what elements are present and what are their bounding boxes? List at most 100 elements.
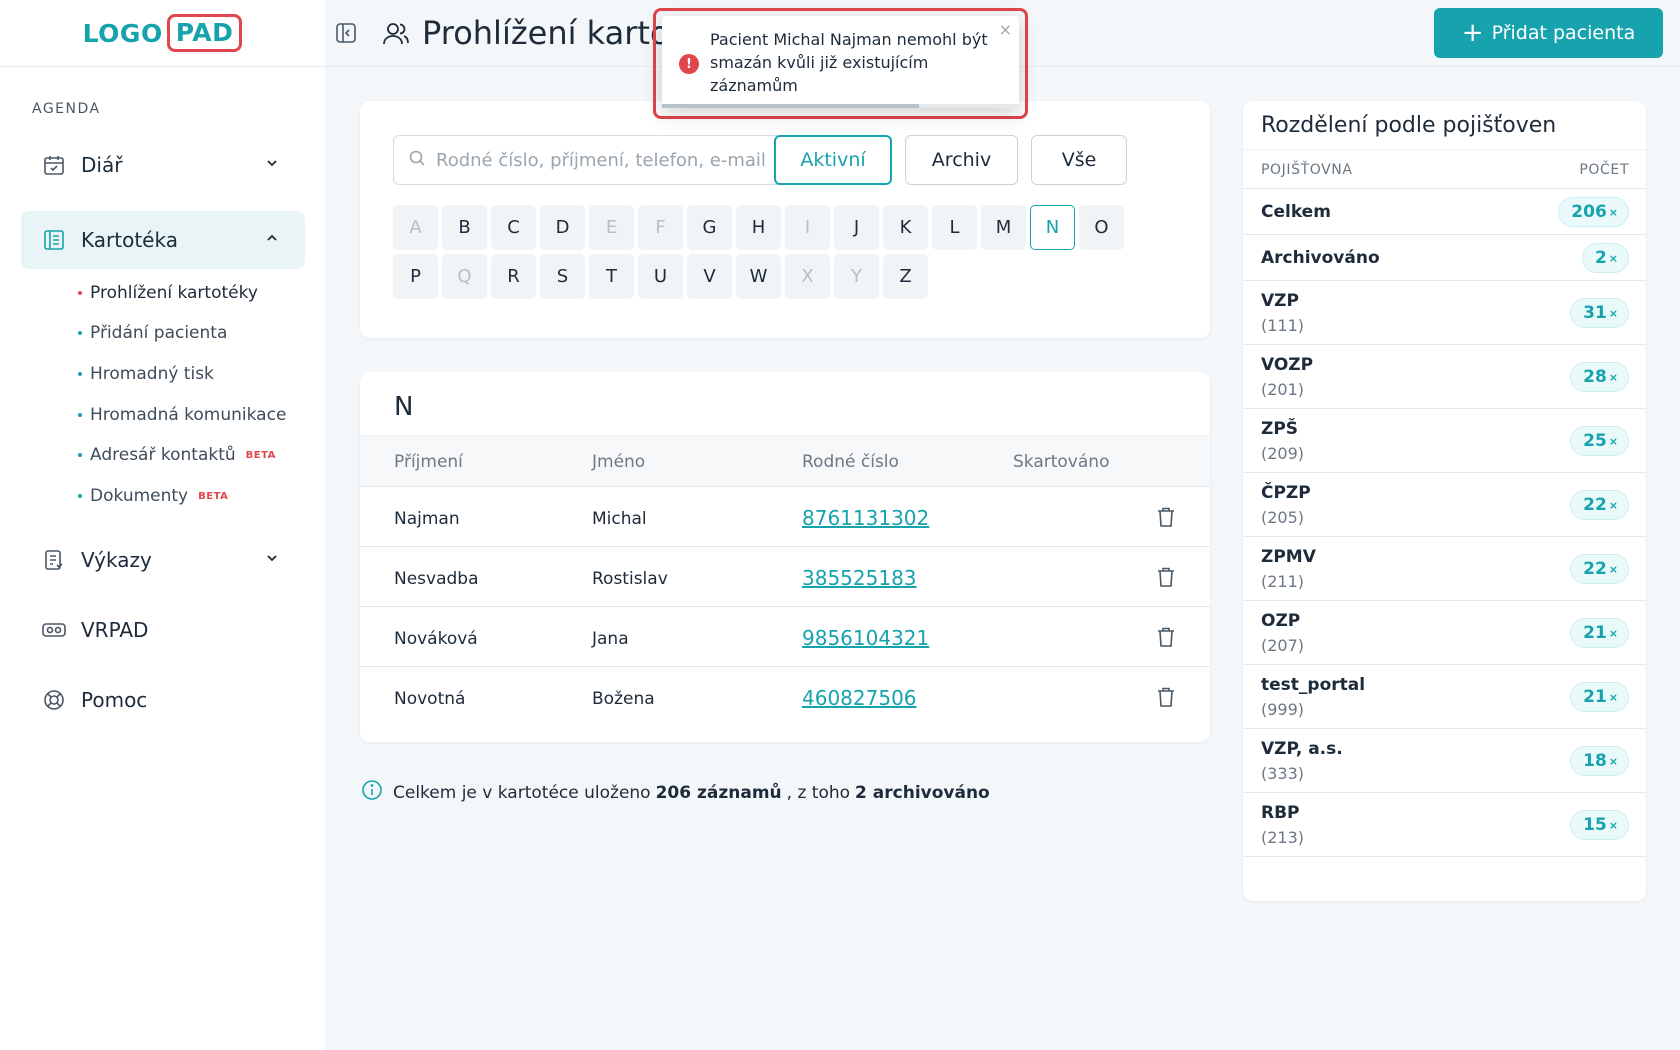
- letter-q-button[interactable]: Q: [442, 254, 487, 299]
- trash-icon[interactable]: [1156, 506, 1176, 532]
- sidebar-item-label: Pomoc: [81, 688, 148, 712]
- trash-icon[interactable]: [1156, 686, 1176, 712]
- filter-archive-button[interactable]: Archiv: [905, 135, 1018, 185]
- subnav-label: Dokumenty: [90, 486, 189, 506]
- letter-g-button[interactable]: G: [687, 205, 732, 250]
- cell-name: Rostislav: [592, 569, 668, 589]
- letter-a-button[interactable]: A: [393, 205, 438, 250]
- sidebar-item-vykazy[interactable]: Výkazy: [21, 531, 305, 589]
- sidebar-item-vrpad[interactable]: VRPAD: [21, 601, 305, 659]
- count-suffix: ×: [1608, 626, 1618, 640]
- insurer-code: (999): [1261, 700, 1305, 719]
- insurance-row: VZP, a.s. (333) 18 ×: [1243, 729, 1646, 793]
- subnav-tisk[interactable]: Hromadný tisk: [78, 364, 214, 384]
- letter-k-button[interactable]: K: [883, 205, 928, 250]
- count-value: 15: [1583, 815, 1607, 835]
- col-name[interactable]: Jméno: [592, 452, 645, 472]
- table-row: Novotná Božena 460827506: [360, 667, 1210, 727]
- count-value: 18: [1583, 751, 1607, 771]
- trash-icon[interactable]: [1156, 566, 1176, 592]
- letter-t-button[interactable]: T: [589, 254, 634, 299]
- add-patient-label: Přidat pacienta: [1491, 22, 1636, 44]
- insurer-code: (201): [1261, 380, 1305, 399]
- close-icon[interactable]: ×: [999, 20, 1012, 39]
- insurance-title: Rozdělení podle pojišťoven: [1261, 113, 1557, 138]
- count-suffix: ×: [1608, 205, 1618, 219]
- count-suffix: ×: [1608, 562, 1618, 576]
- search-card: Aktivní Archiv Vše ABCDEFGHIJKLMNO PQRSTU…: [360, 101, 1210, 338]
- cell-surname: Najman: [394, 509, 460, 529]
- letter-w-button[interactable]: W: [736, 254, 781, 299]
- search-input[interactable]: [436, 149, 786, 171]
- letter-v-button[interactable]: V: [687, 254, 732, 299]
- letter-o-button[interactable]: O: [1079, 205, 1124, 250]
- table-header: Příjmení Jméno Rodné číslo Skartováno: [360, 435, 1210, 487]
- logo[interactable]: LOGO PAD: [83, 14, 243, 52]
- filter-active-button[interactable]: Aktivní: [774, 135, 892, 185]
- letter-h-button[interactable]: H: [736, 205, 781, 250]
- search-icon: [408, 149, 426, 171]
- letter-p-button[interactable]: P: [393, 254, 438, 299]
- letter-y-button[interactable]: Y: [834, 254, 879, 299]
- logo-area: LOGO PAD: [0, 0, 325, 67]
- letter-d-button[interactable]: D: [540, 205, 585, 250]
- subnav-adresar[interactable]: Adresář kontaktů BETA: [78, 445, 276, 465]
- search-field[interactable]: [393, 135, 793, 185]
- letter-n-button[interactable]: N: [1030, 205, 1075, 250]
- insurer-code: (211): [1261, 572, 1305, 591]
- cell-birth-number-link[interactable]: 8761131302: [802, 506, 929, 530]
- subnav-pridani[interactable]: Přidání pacienta: [78, 323, 227, 343]
- subnav-dokumenty[interactable]: Dokumenty BETA: [78, 486, 228, 506]
- bullet-dot: [78, 331, 82, 335]
- vr-icon: [39, 620, 69, 640]
- insurer-name: VZP, a.s.: [1261, 739, 1343, 759]
- count-badge: 25 ×: [1570, 426, 1629, 456]
- letter-s-button[interactable]: S: [540, 254, 585, 299]
- cell-birth-number-link[interactable]: 460827506: [802, 686, 917, 710]
- sidebar-item-pomoc[interactable]: Pomoc: [21, 671, 305, 729]
- letter-c-button[interactable]: C: [491, 205, 536, 250]
- table-row: Nováková Jana 9856104321: [360, 607, 1210, 667]
- insurance-row: VZP (111) 31 ×: [1243, 281, 1646, 345]
- subnav-komunikace[interactable]: Hromadná komunikace: [78, 405, 286, 425]
- letter-b-button[interactable]: B: [442, 205, 487, 250]
- letter-e-button[interactable]: E: [589, 205, 634, 250]
- sidebar-item-label: Kartotéka: [81, 228, 178, 252]
- filter-all-button[interactable]: Vše: [1031, 135, 1127, 185]
- col-birth-number[interactable]: Rodné číslo: [802, 452, 899, 472]
- insurance-header: POJIŠŤOVNA POČET: [1243, 149, 1646, 189]
- count-value: 28: [1583, 367, 1607, 387]
- cell-birth-number-link[interactable]: 9856104321: [802, 626, 929, 650]
- error-icon: !: [679, 54, 699, 74]
- subnav-prohlizeni[interactable]: Prohlížení kartotéky: [78, 283, 258, 303]
- patient-table: N Příjmení Jméno Rodné číslo Skartováno …: [360, 372, 1210, 742]
- sidebar-item-kartoteka[interactable]: Kartotéka: [21, 211, 305, 269]
- col-shredded[interactable]: Skartováno: [1013, 452, 1109, 472]
- subnav-label: Hromadný tisk: [90, 364, 214, 384]
- trash-icon[interactable]: [1156, 626, 1176, 652]
- letter-l-button[interactable]: L: [932, 205, 977, 250]
- logo-text-2: PAD: [166, 14, 243, 52]
- letter-m-button[interactable]: M: [981, 205, 1026, 250]
- col-surname[interactable]: Příjmení: [394, 452, 463, 472]
- insurer-name: RBP: [1261, 803, 1300, 823]
- count-value: 21: [1583, 623, 1607, 643]
- add-patient-button[interactable]: + Přidat pacienta: [1434, 8, 1663, 58]
- count-suffix: ×: [1608, 306, 1618, 320]
- letter-z-button[interactable]: Z: [883, 254, 928, 299]
- letter-i-button[interactable]: I: [785, 205, 830, 250]
- count-badge: 22 ×: [1570, 554, 1629, 584]
- subnav-label: Prohlížení kartotéky: [90, 283, 258, 303]
- sidebar-item-label: VRPAD: [81, 618, 149, 642]
- sidebar-toggle-icon[interactable]: [335, 22, 357, 44]
- sidebar-item-diar[interactable]: Diář: [21, 136, 305, 194]
- letter-u-button[interactable]: U: [638, 254, 683, 299]
- letter-x-button[interactable]: X: [785, 254, 830, 299]
- letter-j-button[interactable]: J: [834, 205, 879, 250]
- users-icon: [382, 21, 410, 51]
- letter-f-button[interactable]: F: [638, 205, 683, 250]
- insurer-name: Celkem: [1261, 202, 1331, 222]
- letter-r-button[interactable]: R: [491, 254, 536, 299]
- cell-surname: Nesvadba: [394, 569, 479, 589]
- cell-birth-number-link[interactable]: 385525183: [802, 566, 917, 590]
